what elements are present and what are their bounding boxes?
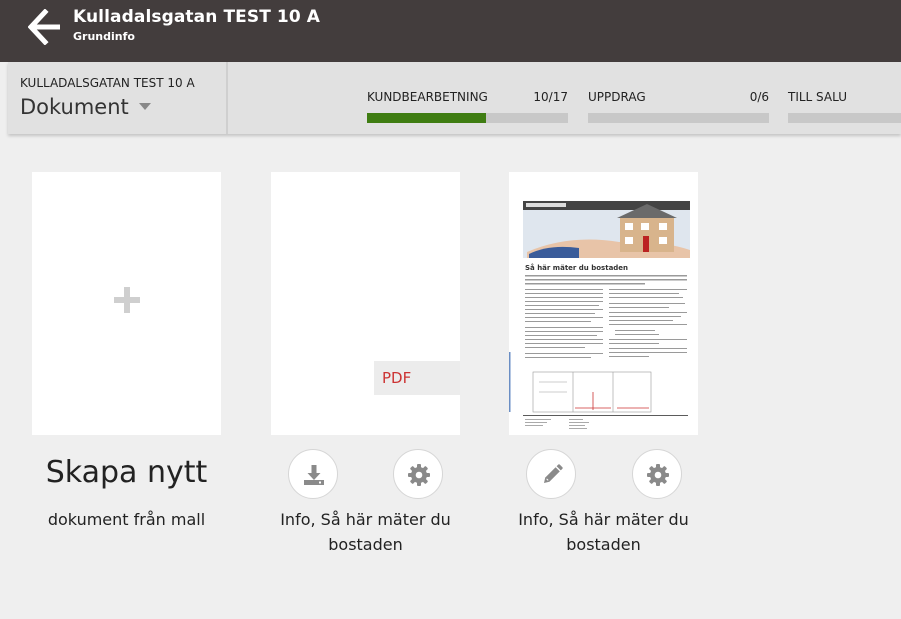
progress-bar	[588, 113, 769, 123]
create-document-card[interactable]	[32, 172, 221, 435]
document-settings-button[interactable]	[632, 449, 682, 499]
preview-heading: Så här mäter du bostaden	[525, 263, 628, 272]
document-thumbnail: Så här mäter du bostaden	[509, 172, 698, 435]
progress-bar-fill	[367, 113, 486, 123]
top-bar: Kulladalsgatan TEST 10 A Grundinfo	[0, 0, 901, 62]
object-name: KULLADALSGATAN TEST 10 A	[20, 76, 195, 90]
pdf-caption: Info, Så här mäter du bostaden	[280, 510, 451, 554]
download-icon	[304, 465, 324, 485]
download-button[interactable]	[288, 449, 338, 499]
caret-down-icon	[138, 102, 151, 110]
progress-label: TILL SALU	[788, 90, 847, 104]
plus-icon	[114, 287, 140, 313]
create-title: Skapa nytt	[45, 455, 208, 490]
progress-bar	[367, 113, 568, 123]
gear-icon	[647, 464, 669, 486]
section-dropdown[interactable]: Dokument	[20, 95, 151, 119]
arrow-left-icon[interactable]	[28, 9, 62, 45]
pencil-icon	[544, 464, 563, 483]
create-subtitle: dokument från mall	[47, 510, 206, 529]
section-selector: KULLADALSGATAN TEST 10 A Dokument	[8, 62, 228, 134]
document-caption: Info, Så här mäter du bostaden	[518, 510, 689, 554]
page-title: Kulladalsgatan TEST 10 A	[73, 7, 321, 27]
progress-label: KUNDBEARBETNING	[367, 90, 488, 104]
progress-count: 0/6	[749, 90, 769, 104]
pdf-tag: PDF	[374, 361, 460, 395]
section-label: Dokument	[20, 95, 129, 119]
pdf-settings-button[interactable]	[393, 449, 443, 499]
progress-label: UPPDRAG	[588, 90, 646, 104]
document-preview-card[interactable]: Så här mäter du bostaden	[509, 172, 698, 435]
page-subtitle: Grundinfo	[73, 30, 135, 43]
gear-icon	[408, 464, 430, 486]
progress-bar	[788, 113, 901, 123]
progress-count: 10/17	[533, 90, 568, 104]
sub-header: KULLADALSGATAN TEST 10 A Dokument KUNDBE…	[8, 62, 901, 134]
pdf-document-card[interactable]: PDF	[271, 172, 460, 435]
edit-button[interactable]	[526, 449, 576, 499]
